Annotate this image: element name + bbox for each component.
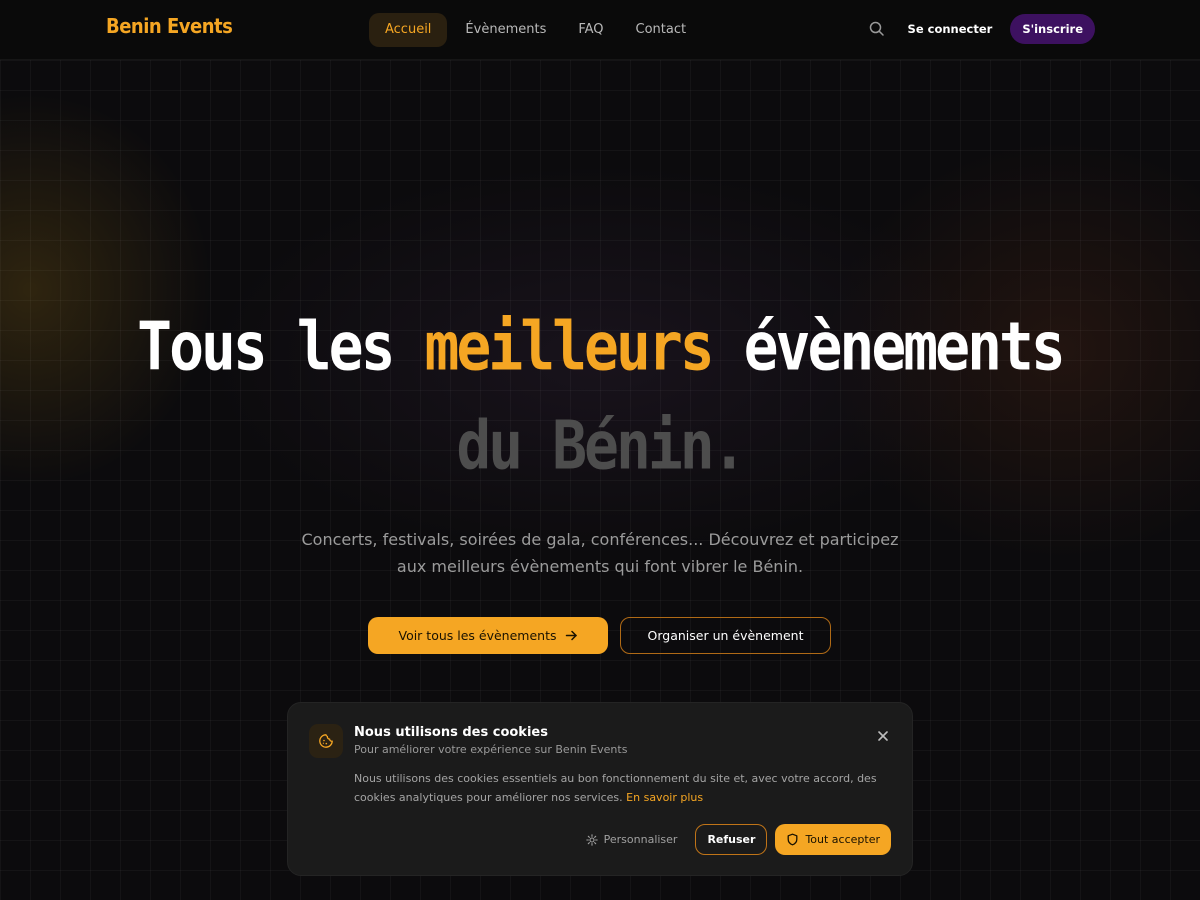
- organize-event-label: Organiser un évènement: [647, 628, 804, 643]
- refuse-label: Refuser: [707, 833, 756, 846]
- customize-button[interactable]: Personnaliser: [585, 833, 678, 846]
- search-icon[interactable]: [868, 20, 886, 38]
- shield-icon: [787, 833, 798, 846]
- hero-title-part1: Tous les: [137, 307, 425, 386]
- learn-more-link[interactable]: En savoir plus: [626, 791, 703, 804]
- hero-title-line2: du Bénin.: [456, 406, 746, 485]
- cookie-description-text: Nous utilisons des cookies essentiels au…: [354, 772, 877, 804]
- refuse-button[interactable]: Refuser: [695, 824, 768, 855]
- cookie-banner: Nous utilisons des cookies Pour améliore…: [287, 702, 913, 876]
- site-header: Benin Events Accueil Évènements FAQ Cont…: [0, 0, 1200, 60]
- nav-item-accueil[interactable]: Accueil: [369, 13, 448, 47]
- customize-label: Personnaliser: [603, 833, 678, 846]
- nav-item-contact[interactable]: Contact: [620, 13, 703, 47]
- cookie-title: Nous utilisons des cookies: [354, 725, 548, 740]
- header-actions: Se connecter S'inscrire: [868, 14, 1095, 44]
- accept-all-button[interactable]: Tout accepter: [775, 824, 891, 855]
- cookie-actions: Personnaliser Refuser Tout accepter: [585, 824, 891, 855]
- signup-button[interactable]: S'inscrire: [1010, 14, 1095, 44]
- cookie-icon: [319, 734, 333, 748]
- hero-title: Tous les meilleurs évènements du Bénin.: [0, 295, 1200, 497]
- view-events-label: Voir tous les évènements: [398, 628, 557, 643]
- arrow-right-icon: [565, 630, 577, 641]
- cookie-description: Nous utilisons des cookies essentiels au…: [354, 769, 884, 807]
- close-icon[interactable]: [876, 729, 890, 743]
- site-logo[interactable]: Benin Events: [106, 14, 233, 38]
- nav-item-faq[interactable]: FAQ: [562, 13, 619, 47]
- login-button[interactable]: Se connecter: [908, 22, 993, 36]
- hero-cta-row: Voir tous les évènements Organiser un év…: [368, 617, 831, 654]
- cookie-icon-badge: [309, 724, 343, 758]
- hero-title-part2: évènements: [711, 307, 1066, 386]
- main-nav: Accueil Évènements FAQ Contact: [369, 13, 702, 47]
- view-events-button[interactable]: Voir tous les évènements: [368, 617, 608, 654]
- hero-subtitle-line1: Concerts, festivals, soirées de gala, co…: [301, 530, 899, 549]
- accept-all-label: Tout accepter: [805, 833, 880, 846]
- hero-subtitle-line2: aux meilleurs évènements qui font vibrer…: [396, 557, 804, 576]
- cookie-subtitle: Pour améliorer votre expérience sur Beni…: [354, 743, 628, 756]
- nav-item-evenements[interactable]: Évènements: [449, 13, 562, 47]
- gear-icon: [585, 833, 598, 846]
- organize-event-button[interactable]: Organiser un évènement: [620, 617, 831, 654]
- hero-subtitle: Concerts, festivals, soirées de gala, co…: [250, 526, 950, 580]
- hero-title-highlight: meilleurs: [424, 307, 714, 386]
